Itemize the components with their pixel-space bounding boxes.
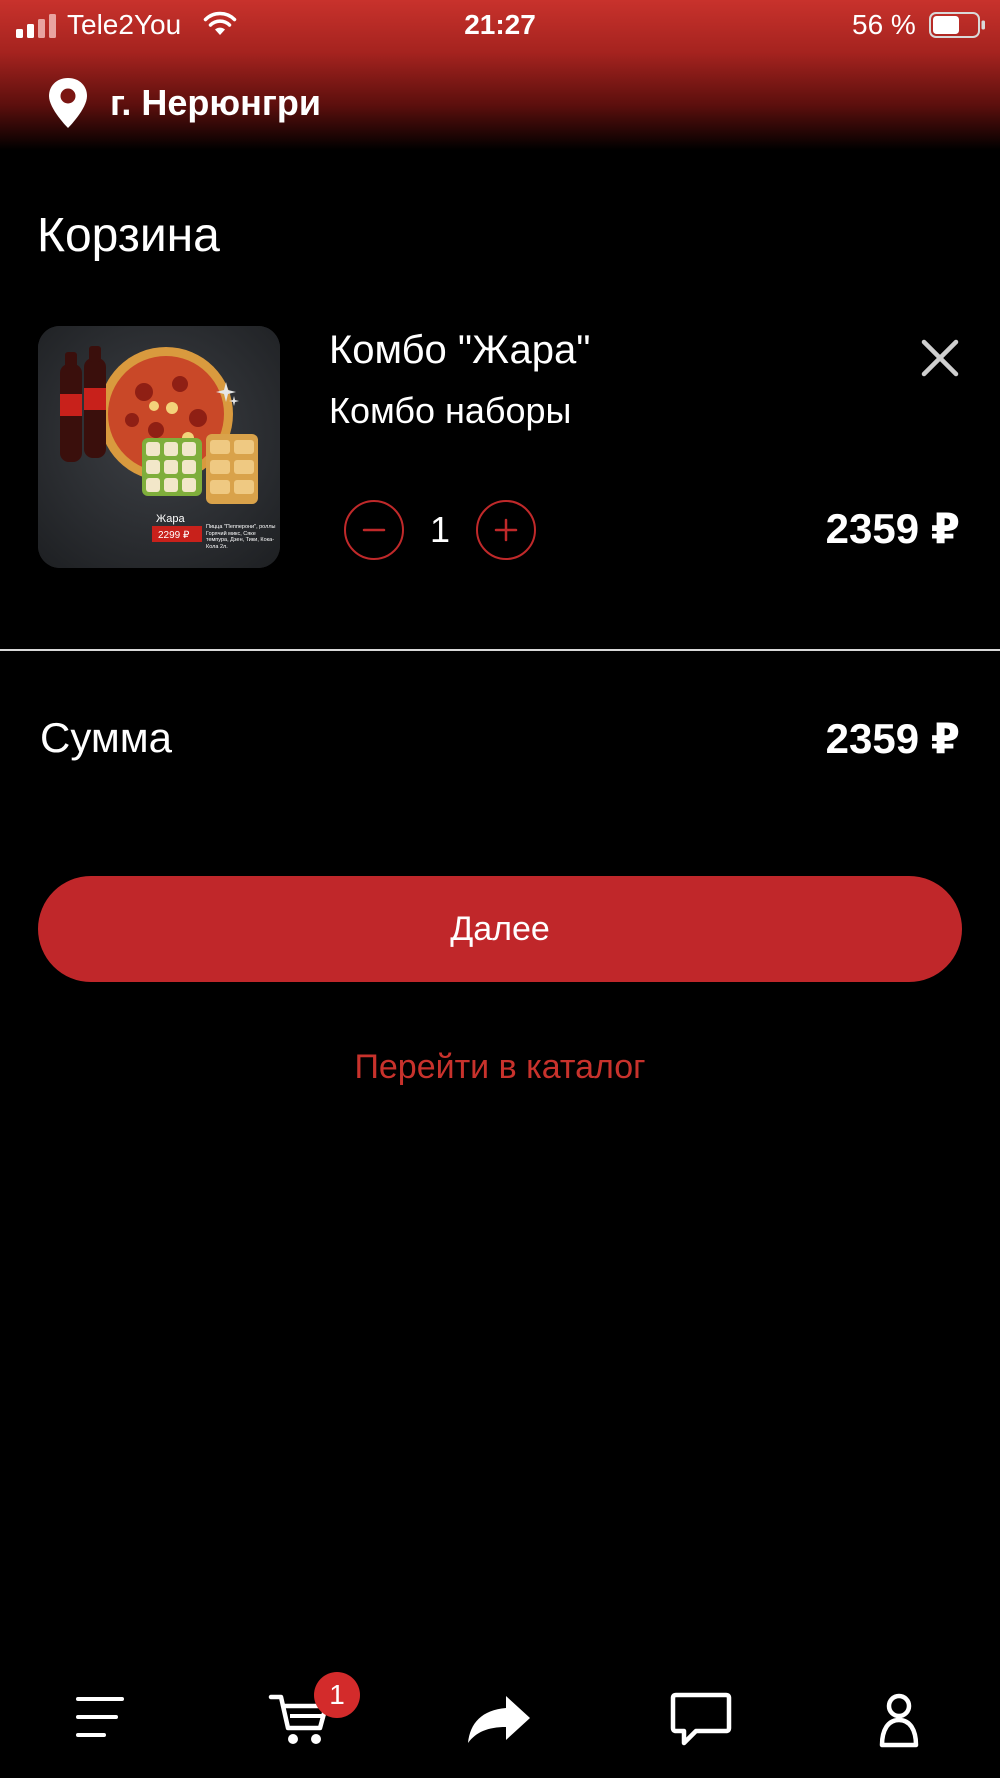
go-to-catalog-link[interactable]: Перейти в каталог	[0, 1048, 1000, 1087]
battery-percentage: 56 %	[852, 9, 916, 40]
product-category: Комбо наборы	[329, 390, 572, 431]
clock: 21:27	[464, 9, 536, 40]
image-description: Пицца "Пепперони", роллы Горячий микс, С…	[206, 524, 276, 550]
product-image: Жара 2299 ₽ Пицца "Пепперони", роллы Гор…	[38, 326, 280, 568]
product-name: Комбо "Жара"	[329, 328, 591, 372]
decrease-quantity-button[interactable]	[344, 500, 404, 560]
sushi-rolls	[142, 434, 258, 504]
location-pin-icon	[49, 78, 87, 128]
item-price: 2359 ₽	[825, 505, 960, 552]
menu-icon[interactable]	[74, 1694, 126, 1740]
city-name: г. Нерюнгри	[110, 82, 322, 123]
minus-icon	[362, 528, 386, 532]
battery-icon	[929, 12, 985, 38]
share-icon[interactable]	[466, 1694, 532, 1744]
sum-label: Сумма	[40, 714, 172, 761]
image-label: Жара	[156, 513, 186, 525]
cart-count-badge: 1	[314, 1672, 360, 1718]
increase-quantity-button[interactable]	[476, 500, 536, 560]
page-title: Корзина	[37, 209, 220, 262]
combo-photo: Жара 2299 ₽ Пицца "Пепперони", роллы Гор…	[38, 326, 280, 568]
sum-value: 2359 ₽	[825, 715, 960, 762]
quantity-value: 1	[429, 509, 451, 550]
remove-item-icon[interactable]	[916, 334, 964, 382]
status-bar: Tele2You 21:27 56 %	[0, 0, 1000, 52]
header: Tele2You 21:27 56 % г. Нерюнгри	[0, 0, 1000, 150]
bottom-tab-bar	[0, 1650, 1000, 1778]
next-button[interactable]: Далее	[38, 876, 962, 982]
profile-icon[interactable]	[878, 1692, 920, 1748]
image-price: 2299 ₽	[158, 530, 190, 541]
divider	[0, 649, 1000, 651]
chat-icon[interactable]	[670, 1692, 732, 1748]
plus-icon	[494, 518, 518, 542]
